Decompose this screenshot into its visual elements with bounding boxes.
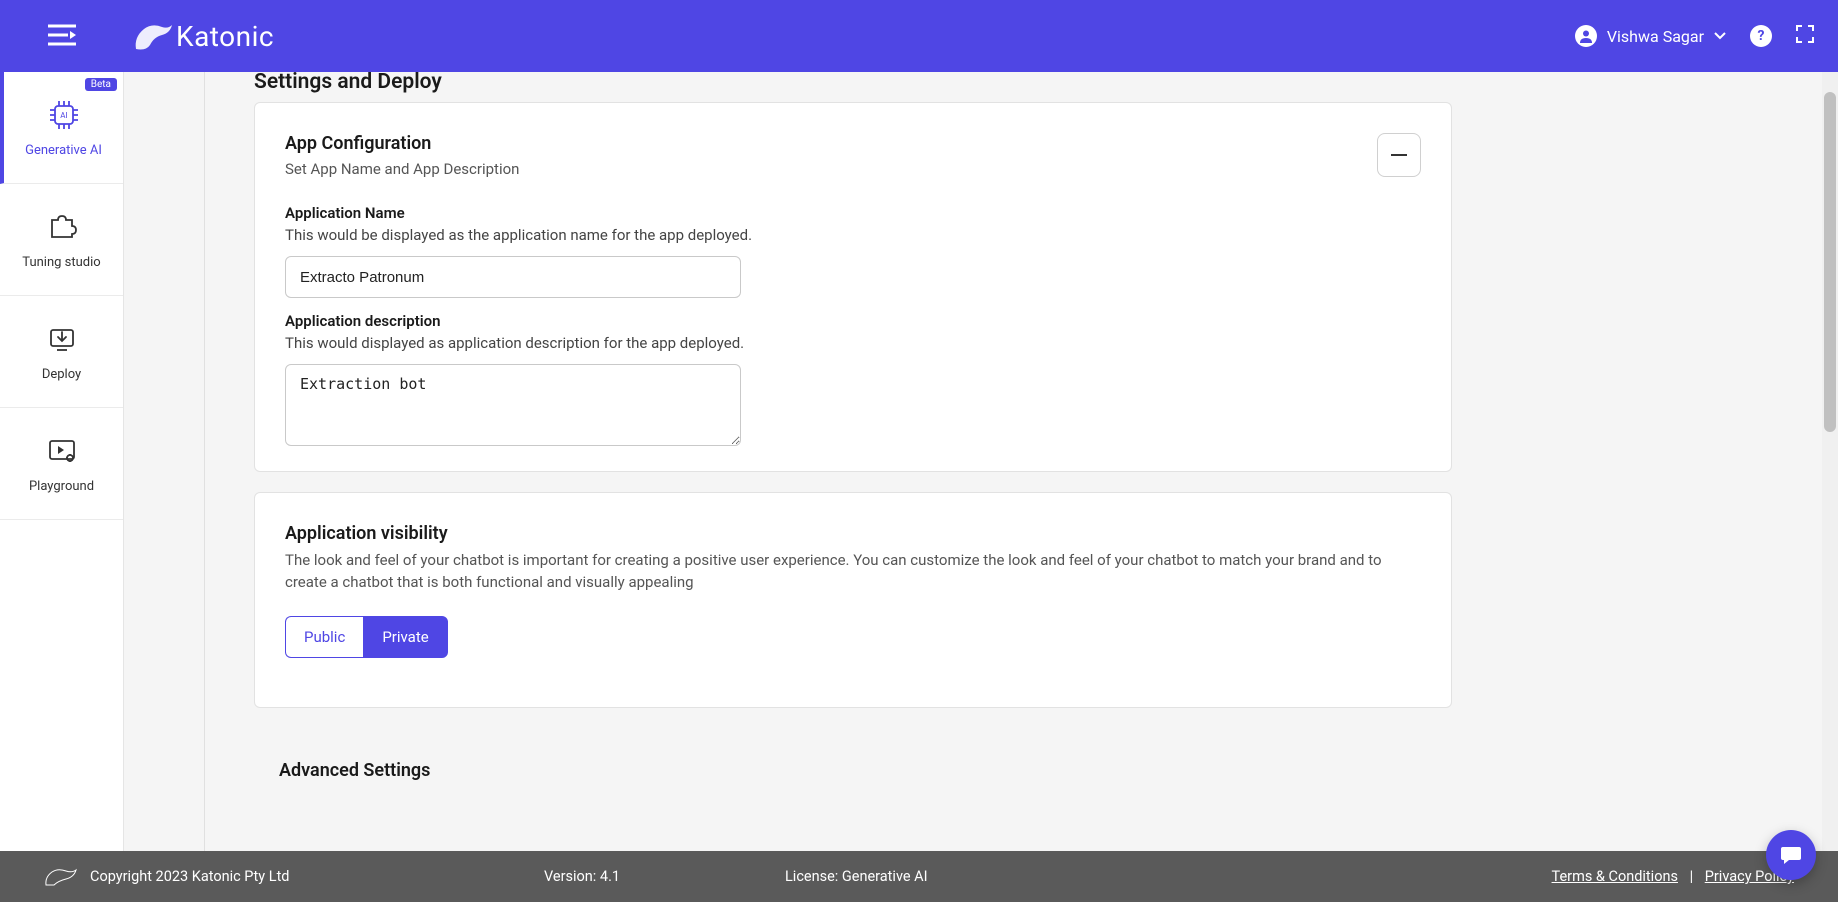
playground-icon bbox=[45, 434, 79, 468]
sidebar-label: Deploy bbox=[42, 367, 81, 382]
fullscreen-icon bbox=[1796, 25, 1814, 43]
minus-icon bbox=[1391, 154, 1407, 156]
scrollbar-thumb[interactable] bbox=[1824, 92, 1836, 432]
question-icon: ? bbox=[1758, 28, 1765, 44]
brand-logo[interactable]: Katonic bbox=[132, 19, 274, 53]
collapse-button[interactable] bbox=[1377, 133, 1421, 177]
visibility-toggle: Public Private bbox=[285, 616, 1421, 658]
chat-fab-button[interactable] bbox=[1766, 830, 1816, 880]
chevron-down-icon bbox=[1714, 32, 1726, 40]
chat-icon bbox=[1779, 843, 1803, 867]
app-desc-label: Application description bbox=[285, 312, 1421, 330]
footer-logo-icon bbox=[44, 867, 80, 887]
app-name-label: Application Name bbox=[285, 204, 1421, 222]
svg-text:AI: AI bbox=[60, 111, 67, 120]
license-text: License: Generative AI bbox=[785, 868, 928, 885]
terms-link[interactable]: Terms & Conditions bbox=[1552, 868, 1678, 885]
top-navbar: Katonic Vishwa Sagar ? bbox=[0, 0, 1838, 72]
sidebar-label: Tuning studio bbox=[22, 255, 100, 270]
app-name-help: This would be displayed as the applicati… bbox=[285, 226, 1421, 244]
hamburger-icon bbox=[48, 24, 76, 46]
app-config-sub: Set App Name and App Description bbox=[285, 160, 1421, 178]
sidebar-item-generative-ai[interactable]: Beta AI Generative AI bbox=[0, 72, 123, 184]
vertical-scrollbar[interactable] bbox=[1822, 72, 1838, 851]
user-menu[interactable]: Vishwa Sagar bbox=[1575, 25, 1726, 47]
footer-separator: | bbox=[1690, 868, 1694, 885]
sidebar: Beta AI Generative AI Tuning studio Depl… bbox=[0, 72, 124, 902]
app-configuration-card: App Configuration Set App Name and App D… bbox=[254, 102, 1452, 472]
visibility-heading: Application visibility bbox=[285, 523, 1421, 544]
visibility-public-button[interactable]: Public bbox=[285, 616, 363, 658]
sidebar-item-tuning-studio[interactable]: Tuning studio bbox=[0, 184, 123, 296]
puzzle-icon bbox=[45, 210, 79, 244]
menu-toggle-button[interactable] bbox=[48, 24, 76, 48]
advanced-settings-heading: Advanced Settings bbox=[279, 760, 430, 781]
sidebar-item-deploy[interactable]: Deploy bbox=[0, 296, 123, 408]
copyright-text: Copyright 2023 Katonic Pty Ltd bbox=[90, 868, 290, 885]
kangaroo-icon bbox=[132, 19, 176, 53]
fullscreen-button[interactable] bbox=[1796, 25, 1814, 47]
user-name-label: Vishwa Sagar bbox=[1607, 27, 1704, 46]
app-visibility-card: Application visibility The look and feel… bbox=[254, 492, 1452, 708]
beta-badge: Beta bbox=[85, 78, 117, 91]
app-config-heading: App Configuration bbox=[285, 133, 1421, 154]
app-name-input[interactable] bbox=[285, 256, 741, 298]
public-label: Public bbox=[304, 628, 345, 646]
visibility-sub: The look and feel of your chatbot is imp… bbox=[285, 550, 1421, 594]
chip-icon: AI bbox=[47, 98, 81, 132]
avatar-icon bbox=[1575, 25, 1597, 47]
help-button[interactable]: ? bbox=[1750, 25, 1772, 47]
footer: Copyright 2023 Katonic Pty Ltd Version: … bbox=[0, 851, 1838, 902]
version-text: Version: 4.1 bbox=[544, 868, 620, 885]
page-title: Settings and Deploy bbox=[254, 72, 442, 94]
brand-name: Katonic bbox=[176, 20, 274, 53]
private-label: Private bbox=[382, 628, 428, 646]
app-desc-help: This would displayed as application desc… bbox=[285, 334, 1421, 352]
deploy-icon bbox=[45, 322, 79, 356]
app-desc-input[interactable] bbox=[285, 364, 741, 446]
visibility-private-button[interactable]: Private bbox=[363, 616, 447, 658]
sidebar-label: Playground bbox=[29, 479, 94, 494]
content-area: Settings and Deploy App Configuration Se… bbox=[124, 72, 1838, 851]
sidebar-item-playground[interactable]: Playground bbox=[0, 408, 123, 520]
sidebar-label: Generative AI bbox=[25, 143, 102, 158]
